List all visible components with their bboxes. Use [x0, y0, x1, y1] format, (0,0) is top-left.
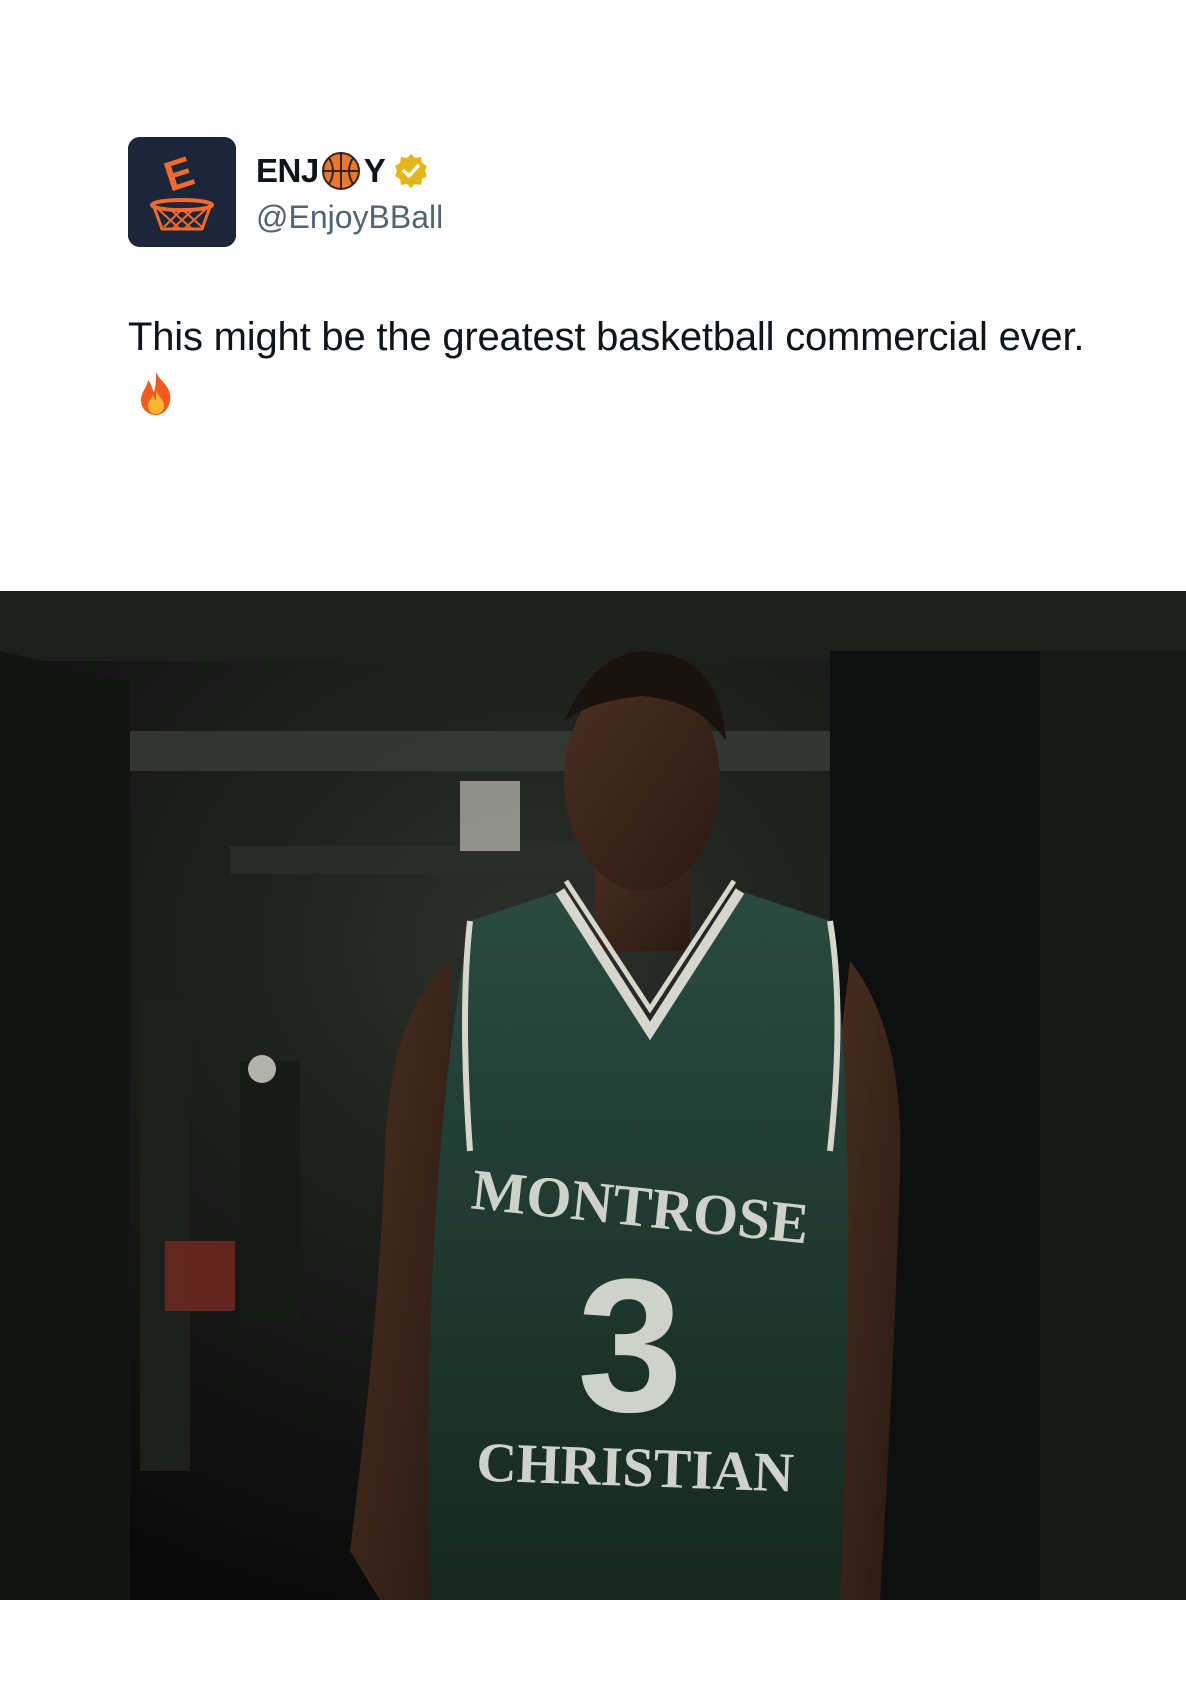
tweet-text: This might be the greatest basketball co… [128, 308, 1088, 424]
display-name[interactable]: ENJ Y [256, 149, 443, 193]
jersey-number-text: 3 [577, 1240, 683, 1452]
display-name-start: ENJ [256, 151, 319, 189]
tweet-text-content: This might be the greatest basketball co… [128, 315, 1085, 359]
display-name-end: Y [363, 151, 386, 189]
video-frame-image: MONTROSE 3 CHRISTIAN [0, 591, 1186, 1600]
video-media[interactable]: MONTROSE 3 CHRISTIAN [0, 591, 1186, 1600]
enjoy-logo-icon: E [128, 137, 236, 247]
avatar[interactable]: E [128, 137, 236, 247]
jersey-bottom-text: CHRISTIAN [475, 1431, 794, 1504]
fire-icon [136, 370, 176, 416]
verified-badge-icon [393, 153, 429, 189]
user-handle[interactable]: @EnjoyBBall [256, 199, 443, 236]
tweet-header: E ENJ Y @EnjoyBBall [128, 137, 443, 247]
basketball-icon [321, 151, 361, 191]
user-meta: ENJ Y @EnjoyBBall [256, 149, 443, 236]
